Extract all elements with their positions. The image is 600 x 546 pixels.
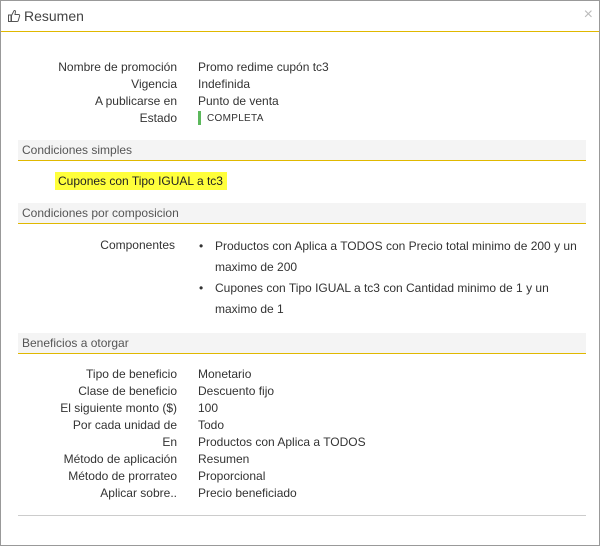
status-badge: COMPLETA: [198, 111, 264, 125]
modal-title-text: Resumen: [24, 8, 84, 24]
benefit-label: Tipo de beneficio: [86, 367, 177, 381]
benefit-row: Método de aplicación Resumen: [1, 452, 600, 469]
section-title: Condiciones por composicion: [22, 206, 179, 220]
summary-label: Estado: [139, 111, 177, 125]
benefit-value: Resumen: [198, 452, 250, 466]
components-list: Productos con Aplica a TODOS con Precio …: [198, 236, 583, 320]
benefit-row: Aplicar sobre.. Precio beneficiado: [1, 486, 600, 503]
summary-row-name: Nombre de promoción Promo redime cupón t…: [1, 60, 600, 77]
thumbs-up-icon: [7, 9, 21, 23]
benefit-row: En Productos con Aplica a TODOS: [1, 435, 600, 452]
modal-title: Resumen: [7, 8, 84, 24]
components-label: Componentes: [100, 238, 175, 252]
benefit-label: Por cada unidad de: [72, 418, 177, 432]
benefit-row: Tipo de beneficio Monetario: [1, 367, 600, 384]
section-simple-conditions: Condiciones simples: [18, 140, 586, 161]
summary-value: Punto de venta: [198, 94, 279, 108]
benefit-value: Monetario: [198, 367, 252, 381]
benefit-row: Método de prorrateo Proporcional: [1, 469, 600, 486]
benefit-label: Método de prorrateo: [68, 469, 177, 483]
benefit-value: Productos con Aplica a TODOS: [198, 435, 366, 449]
modal-header: Resumen ×: [1, 1, 599, 32]
close-icon[interactable]: ×: [584, 6, 593, 23]
divider: [18, 515, 586, 516]
benefits-details: Tipo de beneficio Monetario Clase de ben…: [1, 367, 600, 503]
benefit-value: Descuento fijo: [198, 384, 275, 398]
summary-row-validity: Vigencia Indefinida: [1, 77, 600, 94]
summary-label: Nombre de promoción: [58, 60, 177, 74]
list-item: Productos con Aplica a TODOS con Precio …: [198, 236, 583, 278]
section-title: Beneficios a otorgar: [22, 336, 129, 350]
benefit-label: El siguiente monto ($): [60, 401, 177, 415]
summary-modal: Resumen × Nombre de promoción Promo redi…: [0, 0, 600, 546]
benefit-label: En: [162, 435, 177, 449]
status-text: COMPLETA: [207, 112, 264, 124]
summary-label: Vigencia: [131, 77, 177, 91]
summary-value: Promo redime cupón tc3: [198, 60, 329, 74]
benefit-label: Método de aplicación: [63, 452, 177, 466]
benefit-row: Clase de beneficio Descuento fijo: [1, 384, 600, 401]
status-indicator: [198, 111, 201, 125]
list-item: Cupones con Tipo IGUAL a tc3 con Cantida…: [198, 278, 583, 320]
benefit-row: Por cada unidad de Todo: [1, 418, 600, 435]
section-benefits: Beneficios a otorgar: [18, 333, 586, 354]
benefit-label: Clase de beneficio: [78, 384, 177, 398]
benefit-value: Todo: [198, 418, 225, 432]
summary-row-status: Estado COMPLETA: [1, 111, 600, 128]
summary-value: Indefinida: [198, 77, 251, 91]
close-button[interactable]: ×: [584, 6, 593, 24]
section-title: Condiciones simples: [22, 143, 133, 157]
promotion-summary: Nombre de promoción Promo redime cupón t…: [1, 60, 600, 128]
simple-condition-item: Cupones con Tipo IGUAL a tc3: [55, 172, 227, 190]
section-composition-conditions: Condiciones por composicion: [18, 203, 586, 224]
summary-label: A publicarse en: [94, 94, 177, 108]
benefit-value: 100: [198, 401, 219, 415]
benefit-label: Aplicar sobre..: [100, 486, 177, 500]
benefit-row: El siguiente monto ($) 100: [1, 401, 600, 418]
summary-row-publish: A publicarse en Punto de venta: [1, 94, 600, 111]
benefit-value: Proporcional: [198, 469, 266, 483]
benefit-value: Precio beneficiado: [198, 486, 297, 500]
